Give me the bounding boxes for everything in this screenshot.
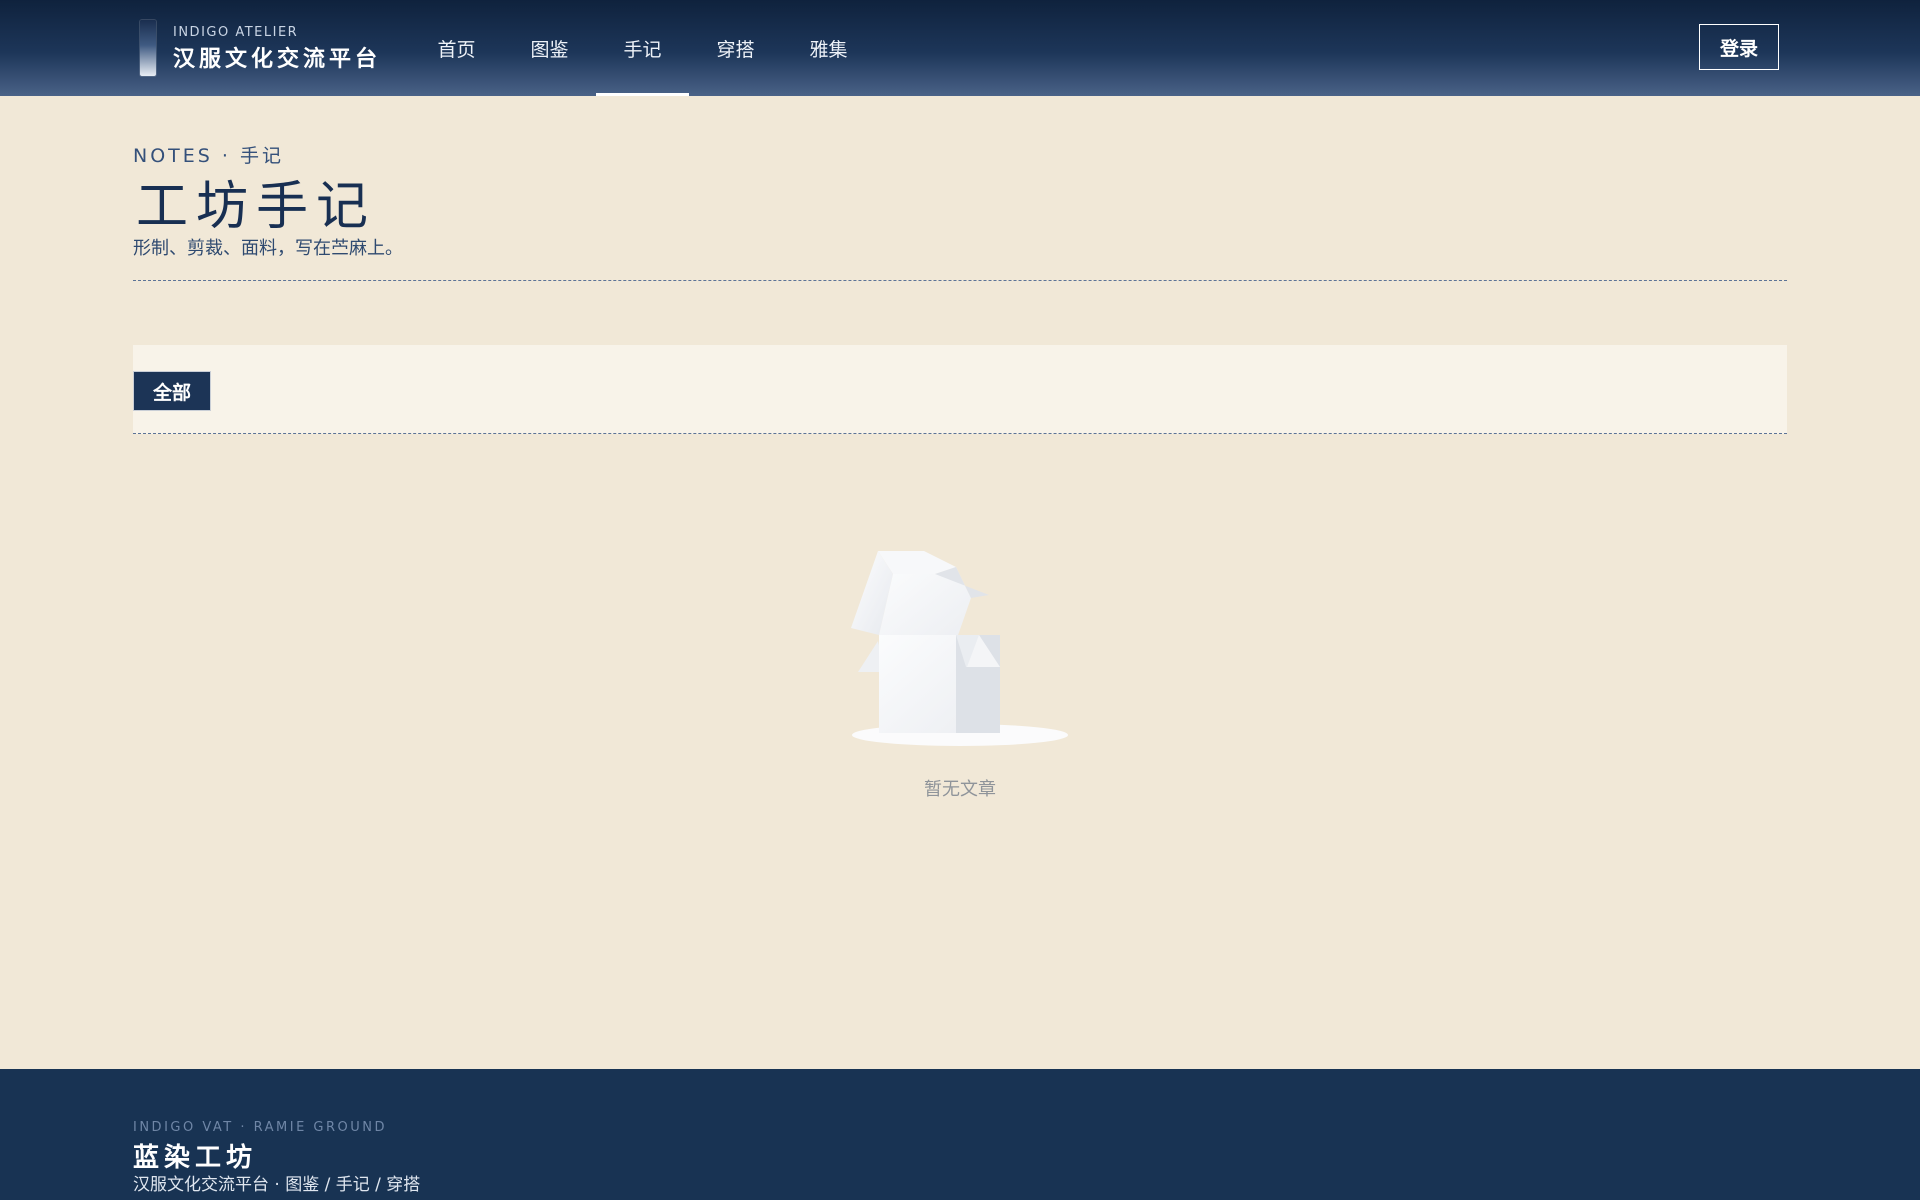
nav-item-home[interactable]: 首页: [410, 0, 503, 96]
login-button[interactable]: 登录: [1699, 24, 1779, 70]
nav-item-gatherings[interactable]: 雅集: [782, 0, 875, 96]
top-header: INDIGO ATELIER 汉服文化交流平台 首页 图鉴 手记 穿搭 雅集 登…: [0, 0, 1920, 96]
empty-state-text: 暂无文章: [924, 779, 996, 800]
empty-box-icon: [851, 551, 1068, 746]
footer-brand: 蓝染工坊: [133, 1143, 258, 1173]
heading-divider: [133, 280, 1787, 281]
filter-chip-all[interactable]: 全部: [133, 371, 211, 411]
page-description: 形制、剪裁、面料，写在苎麻上。: [133, 238, 403, 259]
nav-item-catalog[interactable]: 图鉴: [503, 0, 596, 96]
footer-subtitle: INDIGO VAT · RAMIE GROUND: [133, 1120, 388, 1135]
brand-subtitle: INDIGO ATELIER: [173, 25, 299, 40]
logo-mark-icon[interactable]: [140, 20, 156, 76]
nav-item-notes[interactable]: 手记: [596, 0, 689, 96]
site-footer: INDIGO VAT · RAMIE GROUND 蓝染工坊 汉服文化交流平台 …: [0, 1069, 1920, 1200]
footer-links: 汉服文化交流平台 · 图鉴 / 手记 / 穿搭: [133, 1175, 421, 1195]
page-title: 工坊手记: [136, 177, 377, 237]
main-nav: 首页 图鉴 手记 穿搭 雅集: [410, 0, 875, 96]
brand-title[interactable]: 汉服文化交流平台: [173, 41, 381, 73]
category-filter-bar: 全部: [133, 345, 1787, 434]
nav-item-outfits[interactable]: 穿搭: [689, 0, 782, 96]
